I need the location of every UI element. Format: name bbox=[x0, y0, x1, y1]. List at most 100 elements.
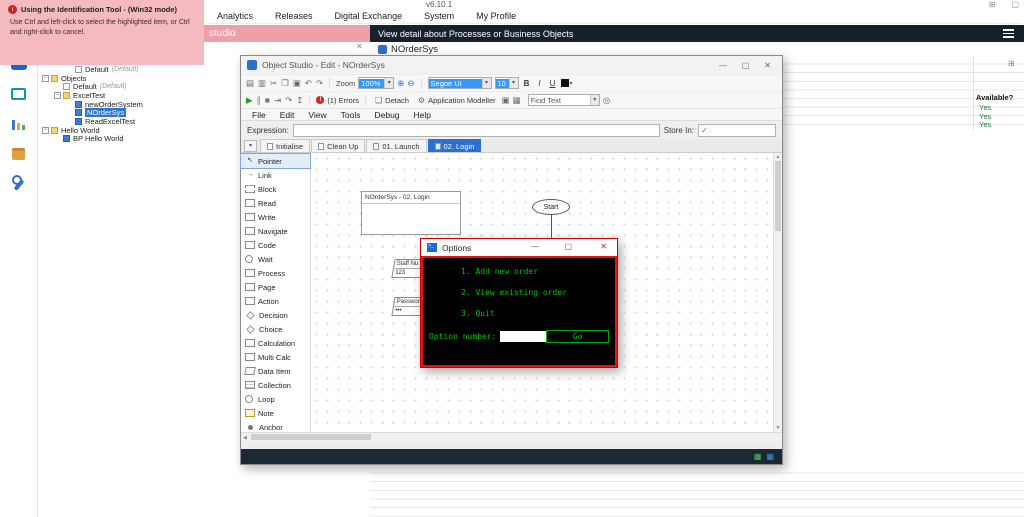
tool-navigate[interactable]: Navigate bbox=[241, 224, 310, 238]
statusbar-grid-icon-green[interactable]: ▦ bbox=[754, 452, 762, 461]
menu-view[interactable]: View bbox=[301, 110, 333, 120]
tree-expander-icon[interactable]: − bbox=[42, 74, 49, 82]
scroll-up-icon[interactable]: ▲ bbox=[774, 154, 782, 160]
save-icon[interactable]: ▤ bbox=[246, 78, 254, 89]
tools-icon[interactable] bbox=[11, 175, 27, 192]
detach-button[interactable]: ❏ Detach bbox=[372, 95, 412, 106]
close-icon[interactable]: ✕ bbox=[764, 61, 771, 70]
tool-decision[interactable]: Decision bbox=[241, 308, 310, 322]
nav-tab-digital-exchange[interactable]: Digital Exchange bbox=[324, 9, 414, 23]
scroll-thumb[interactable] bbox=[251, 434, 371, 440]
tree-item-exceltest[interactable]: − ExcelTest bbox=[38, 91, 240, 100]
tree-item-nordersys[interactable]: NOrderSys bbox=[38, 108, 240, 118]
print-icon[interactable]: ▥ bbox=[258, 78, 266, 89]
cut-icon[interactable]: ✂ bbox=[270, 78, 277, 89]
tool-read[interactable]: Read bbox=[241, 196, 310, 210]
nav-tab-my-profile[interactable]: My Profile bbox=[465, 9, 527, 23]
tree-item-bp-hello-world[interactable]: BP Hello World bbox=[38, 134, 240, 143]
nav-tab-analytics[interactable]: Analytics bbox=[206, 9, 264, 23]
tool-code[interactable]: Code bbox=[241, 238, 310, 252]
window-button-icon[interactable]: ▢ bbox=[1011, 0, 1019, 9]
tool-block[interactable]: Block bbox=[241, 182, 310, 196]
app-grid-icon[interactable]: ⊞ bbox=[989, 0, 996, 9]
tool-write[interactable]: Write bbox=[241, 210, 310, 224]
grid-toggle-icon[interactable]: ▦ bbox=[513, 95, 521, 106]
underline-button[interactable]: U bbox=[548, 79, 558, 88]
zoom-out-icon[interactable]: ⊖ bbox=[407, 78, 414, 89]
tree-expander-icon[interactable]: − bbox=[54, 91, 61, 99]
scroll-left-icon[interactable]: ◀ bbox=[243, 435, 247, 441]
italic-button[interactable]: I bbox=[535, 79, 545, 88]
page-tab-01-launch[interactable]: 01. Launch bbox=[366, 139, 427, 152]
statusbar-grid-icon-blue[interactable]: ▦ bbox=[766, 452, 774, 461]
expression-input[interactable] bbox=[292, 123, 660, 137]
zoom-select[interactable]: 100% ▾ bbox=[358, 77, 395, 89]
tool-loop[interactable]: Loop bbox=[241, 392, 310, 406]
tree-item-default[interactable]: Default (Default) bbox=[38, 65, 240, 74]
studio-titlebar[interactable]: Object Studio - Edit - NOrderSys — ▢ ✕ bbox=[241, 56, 782, 74]
step-in-icon[interactable]: ⇥ bbox=[274, 95, 281, 106]
bold-button[interactable]: B bbox=[522, 79, 532, 88]
errors-button[interactable]: ! (1) Errors bbox=[316, 96, 359, 105]
tool-choice[interactable]: Choice bbox=[241, 322, 310, 336]
option-number-input[interactable] bbox=[500, 331, 547, 342]
font-size-select[interactable]: 10 ▾ bbox=[494, 77, 519, 89]
play-icon[interactable]: ▶ bbox=[246, 95, 253, 106]
maximize-icon[interactable]: ▢ bbox=[742, 61, 750, 70]
find-icon[interactable]: ◎ bbox=[603, 95, 610, 106]
horizontal-scrollbar[interactable]: ◀ bbox=[241, 432, 782, 441]
tool-multi-calc[interactable]: Multi Calc bbox=[241, 350, 310, 364]
font-color-button[interactable]: ▾ bbox=[560, 79, 573, 87]
options-maximize-icon[interactable]: ▢ bbox=[564, 242, 572, 251]
tool-link[interactable]: → Link bbox=[241, 168, 310, 182]
application-modeller-button[interactable]: ⚙ Application Modeller bbox=[415, 95, 499, 106]
undo-icon[interactable]: ↶ bbox=[305, 78, 312, 89]
menu-debug[interactable]: Debug bbox=[367, 110, 406, 120]
snapshot-icon[interactable]: ▣ bbox=[502, 95, 510, 106]
tree-item-objects[interactable]: − Objects bbox=[38, 74, 240, 83]
analytics-icon[interactable] bbox=[10, 116, 27, 130]
tree-expander-icon[interactable]: − bbox=[42, 126, 49, 134]
flow-info-box[interactable]: NOrderSys - 02. Login bbox=[361, 191, 461, 235]
minimize-icon[interactable]: — bbox=[719, 61, 727, 70]
page-list-dropdown[interactable]: ▾ bbox=[244, 140, 257, 152]
tree-item-newordersystem[interactable]: newOrderSystem bbox=[38, 100, 240, 109]
tool-page[interactable]: Page bbox=[241, 280, 310, 294]
start-node[interactable]: Start bbox=[532, 199, 570, 215]
tool-action[interactable]: Action bbox=[241, 294, 310, 308]
tree-item-hello-world[interactable]: − Hello World bbox=[38, 126, 240, 135]
tool-process[interactable]: Process bbox=[241, 266, 310, 280]
options-titlebar[interactable]: Options — ▢ ✕ bbox=[421, 239, 617, 256]
tool-wait[interactable]: Wait bbox=[241, 252, 310, 266]
menu-help[interactable]: Help bbox=[407, 110, 438, 120]
tool-data-item[interactable]: Data Item bbox=[241, 364, 310, 378]
find-text-select[interactable]: Find Text ▾ bbox=[527, 94, 600, 106]
zoom-in-icon[interactable]: ⊕ bbox=[397, 78, 404, 89]
tool-pointer[interactable]: ↖ Pointer bbox=[240, 153, 311, 169]
tree-item-default[interactable]: Default (Default) bbox=[38, 82, 240, 91]
paste-icon[interactable]: ▣ bbox=[293, 78, 301, 89]
releases-icon[interactable] bbox=[12, 148, 25, 160]
tool-note[interactable]: Note bbox=[241, 406, 310, 420]
page-tab-initialise[interactable]: Initialise bbox=[260, 139, 311, 152]
vertical-scrollbar[interactable]: ▲ ▼ bbox=[773, 153, 782, 432]
go-button[interactable]: Go bbox=[546, 330, 609, 343]
nav-tab-system[interactable]: System bbox=[413, 9, 465, 23]
redo-icon[interactable]: ↷ bbox=[316, 78, 323, 89]
page-tab-clean-up[interactable]: Clean Up bbox=[311, 139, 366, 152]
store-in-input[interactable]: ✓ bbox=[698, 123, 776, 137]
control-icon[interactable] bbox=[11, 88, 26, 100]
options-minimize-icon[interactable]: — bbox=[531, 242, 539, 251]
step-over-icon[interactable]: ↷ bbox=[285, 95, 292, 106]
menu-file[interactable]: File bbox=[245, 110, 273, 120]
font-select[interactable]: Segoe UI ▾ bbox=[427, 77, 492, 89]
table-grid-icon[interactable]: ⊞ bbox=[1008, 59, 1015, 68]
stop-icon[interactable]: ■ bbox=[265, 95, 270, 105]
menu-tools[interactable]: Tools bbox=[334, 110, 368, 120]
copy-icon[interactable]: ❐ bbox=[281, 78, 289, 89]
tool-calculation[interactable]: Calculation bbox=[241, 336, 310, 350]
page-tab-02-login[interactable]: 02. Login bbox=[427, 139, 482, 152]
scroll-thumb[interactable] bbox=[775, 161, 781, 231]
step-out-icon[interactable]: ↥ bbox=[296, 95, 303, 106]
options-close-icon[interactable]: ✕ bbox=[600, 242, 607, 251]
